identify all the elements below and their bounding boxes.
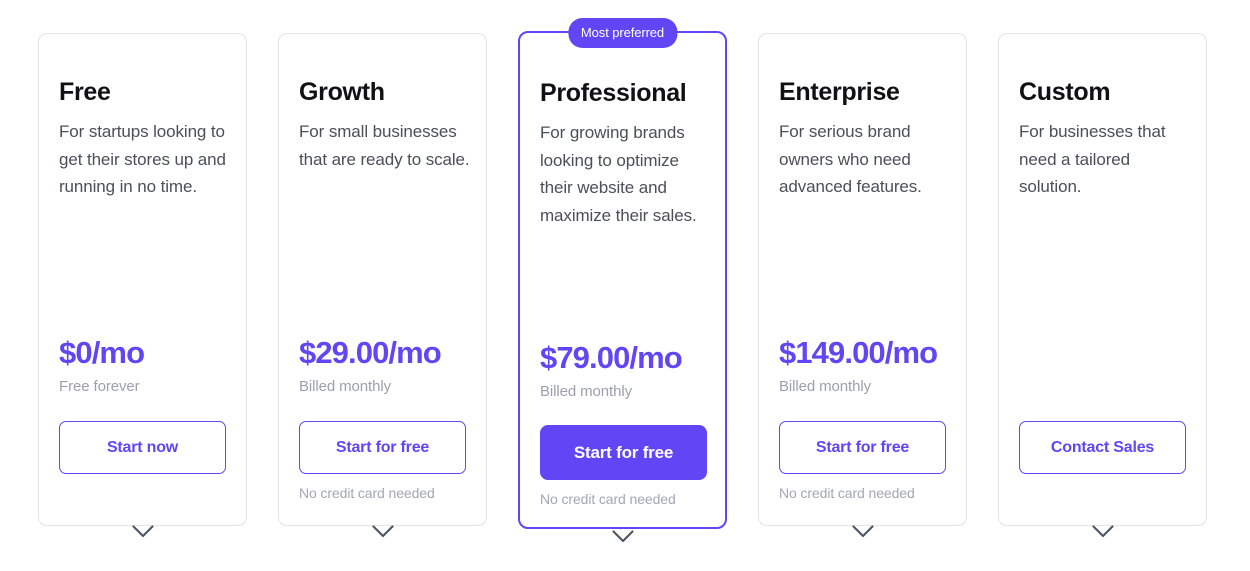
most-preferred-badge: Most preferred (567, 18, 678, 48)
price-amount: $149.00 (779, 335, 886, 370)
price-period: /mo (91, 335, 145, 370)
price-amount: $29.00 (299, 335, 389, 370)
pricing-plans-container: Free For startups looking to get their s… (0, 0, 1250, 571)
billing-text: Free forever (59, 378, 140, 395)
pricing-card-free: Free For startups looking to get their s… (38, 33, 247, 537)
plan-price: $149.00/mo (779, 335, 938, 370)
plan-description: For small businesses that are ready to s… (299, 122, 470, 169)
billing-text: Billed monthly (540, 383, 632, 400)
pricing-card-custom: Custom For businesses that need a tailor… (998, 33, 1207, 537)
plan-cta-button[interactable]: Start for free (299, 421, 466, 474)
plan-cta-button[interactable]: Start for free (540, 425, 707, 480)
plan-cta-button[interactable]: Start for free (779, 421, 946, 474)
plan-description: For startups looking to get their stores… (59, 122, 226, 196)
pricing-card-enterprise: Enterprise For serious brand owners who … (758, 33, 967, 537)
price-block: $29.00/mo Billed monthly (299, 335, 442, 395)
chevron-down-icon[interactable] (370, 520, 396, 542)
chevron-down-icon[interactable] (850, 520, 876, 542)
plan-description: For growing brands looking to optimize t… (540, 123, 697, 225)
plan-cta-button[interactable]: Start now (59, 421, 226, 474)
price-period: /mo (629, 340, 682, 375)
price-block: $149.00/mo Billed monthly (779, 335, 938, 395)
price-block: $79.00/mo Billed monthly (540, 340, 683, 400)
price-block: $0/mo Free forever (59, 335, 145, 395)
chevron-down-icon[interactable] (610, 525, 636, 547)
billing-text: Billed monthly (299, 378, 391, 395)
pricing-card-professional: Most preferred Professional For growing … (518, 18, 727, 542)
plan-note: No credit card needed (779, 485, 915, 501)
plan-price: $29.00/mo (299, 335, 442, 370)
pricing-card-growth: Growth For small businesses that are rea… (278, 33, 487, 537)
price-period: /mo (884, 335, 938, 370)
billing-text: Billed monthly (779, 378, 871, 395)
plan-description: For businesses that need a tailored solu… (1019, 122, 1166, 196)
plan-name: Custom (1019, 78, 1111, 106)
price-period: /mo (388, 335, 441, 370)
plan-name: Growth (299, 78, 385, 106)
plan-note: No credit card needed (540, 491, 676, 507)
price-amount: $79.00 (540, 340, 630, 375)
plan-description: For serious brand owners who need advanc… (779, 122, 922, 196)
chevron-down-icon[interactable] (1090, 520, 1116, 542)
chevron-down-icon[interactable] (130, 520, 156, 542)
plan-price: $0/mo (59, 335, 145, 370)
plan-price: $79.00/mo (540, 340, 683, 375)
plan-name: Professional (540, 79, 687, 107)
plan-note: No credit card needed (299, 485, 435, 501)
plan-name: Free (59, 78, 111, 106)
price-amount: $0 (59, 335, 93, 370)
plan-name: Enterprise (779, 78, 900, 106)
plan-cta-button[interactable]: Contact Sales (1019, 421, 1186, 474)
